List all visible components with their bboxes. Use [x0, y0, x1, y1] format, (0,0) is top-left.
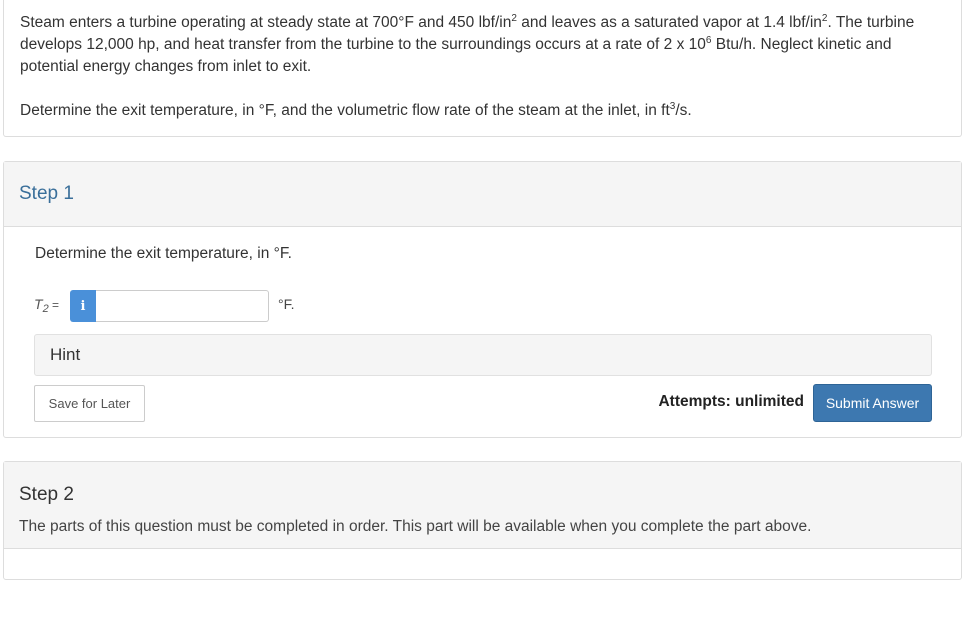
- superscript: 3: [669, 101, 676, 112]
- attempts-text: Attempts: unlimited: [658, 393, 804, 410]
- superscript: 2: [511, 13, 517, 24]
- variable-label: T2 =: [34, 296, 60, 315]
- step-2-header: Step 2 The parts of this question must b…: [4, 462, 961, 549]
- variable-subscript: 2: [42, 303, 49, 315]
- superscript: 2: [821, 13, 828, 24]
- step-1-instruction: Determine the exit temperature, in °F.: [35, 245, 292, 262]
- superscript: 6: [705, 35, 712, 46]
- info-icon[interactable]: i: [70, 290, 96, 322]
- problem-text-part: Steam enters a turbine operating at stea…: [20, 14, 512, 31]
- question-text-part: Determine the exit temperature, in °F, a…: [20, 102, 670, 119]
- variable-letter: T: [34, 296, 43, 312]
- step-1-panel: Step 1 Determine the exit temperature, i…: [3, 161, 962, 438]
- problem-question: Determine the exit temperature, in °F, a…: [20, 100, 935, 122]
- step-2-title: Step 2: [19, 484, 74, 505]
- unit-label: °F.: [278, 296, 295, 312]
- problem-statement-panel: Steam enters a turbine operating at stea…: [3, 0, 962, 137]
- equals-sign: =: [48, 298, 60, 312]
- step-2-locked-note: The parts of this question must be compl…: [19, 518, 812, 535]
- step-1-title: Step 1: [19, 183, 74, 204]
- problem-text-part: and leaves as a saturated vapor at 1.4 l…: [516, 14, 822, 31]
- step-1-header: Step 1: [4, 162, 961, 227]
- hint-panel[interactable]: Hint: [34, 334, 932, 376]
- save-for-later-button[interactable]: Save for Later: [34, 385, 145, 422]
- answer-input[interactable]: [96, 290, 269, 322]
- submit-answer-button[interactable]: Submit Answer: [813, 384, 932, 422]
- hint-label: Hint: [50, 345, 81, 364]
- step-2-panel: Step 2 The parts of this question must b…: [3, 461, 962, 580]
- question-text-part: /s.: [675, 102, 692, 119]
- problem-text: Steam enters a turbine operating at stea…: [20, 12, 935, 78]
